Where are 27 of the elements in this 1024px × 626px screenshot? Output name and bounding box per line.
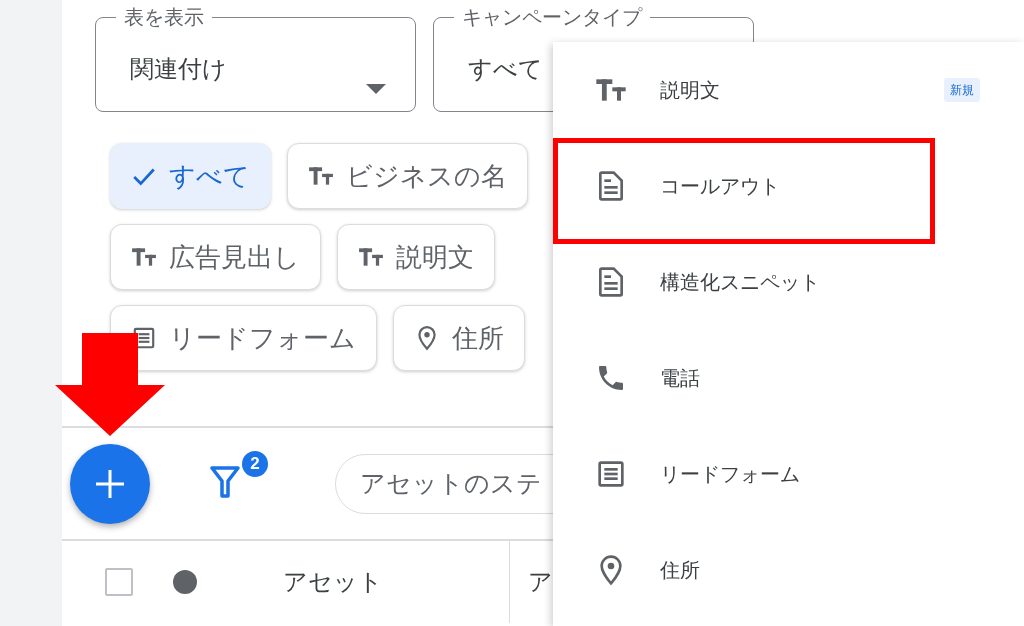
form-icon [595, 458, 627, 490]
filter-chip[interactable]: 住所 [393, 305, 525, 371]
field-value: 関連付け [130, 54, 228, 84]
add-button[interactable] [70, 443, 150, 524]
filter-count-badge: 2 [242, 450, 268, 477]
filter-icon[interactable] [210, 464, 240, 499]
filter-chip[interactable]: すべて [110, 143, 271, 209]
filter-chip[interactable]: 広告見出し [110, 224, 321, 290]
column-header: アセット [283, 567, 383, 597]
field-label: 表を表示 [123, 5, 205, 29]
filter-chip[interactable]: リードフォーム [110, 305, 377, 371]
filter-chip[interactable]: ビジネスの名 [287, 143, 528, 209]
plus-icon [94, 467, 126, 500]
field-value: すべて [468, 54, 544, 84]
menu-item[interactable]: 電話 [553, 330, 1024, 426]
new-badge: 新規 [944, 78, 980, 102]
menu-item[interactable]: 構造化スニペット [553, 234, 1024, 330]
field-label: キャンペーンタイプ [461, 5, 644, 29]
menu-item[interactable]: 住所 [553, 522, 1024, 618]
status-dot-icon [173, 570, 197, 594]
menu-item[interactable]: コールアウト [553, 138, 1024, 234]
arrow-icon [55, 333, 165, 436]
column-header: ア [528, 567, 553, 597]
select-field[interactable]: 表を表示 関連付け [95, 5, 416, 112]
checkbox[interactable] [105, 568, 133, 596]
menu-item[interactable]: 説明文 新規 [553, 42, 1024, 138]
filter-chip[interactable]: 説明文 [337, 224, 495, 290]
